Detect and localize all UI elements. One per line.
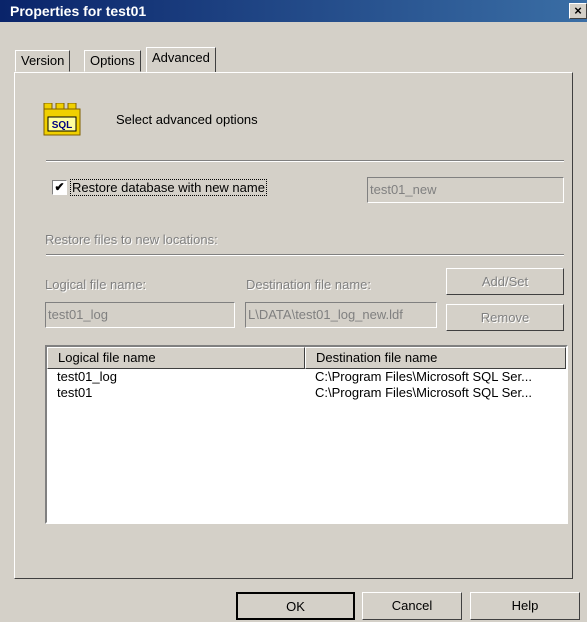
destination-file-name-label: Destination file name: [246,277,372,292]
column-header-destination[interactable]: Destination file name [305,347,566,369]
tab-version[interactable]: Version [15,50,71,72]
column-header-logical[interactable]: Logical file name [47,347,305,369]
new-database-name-input[interactable]: test01_new [367,177,564,203]
close-button[interactable]: × [569,3,587,19]
destination-file-name-input[interactable]: L\DATA\test01_log_new.ldf [245,302,437,328]
add-set-label: Add/Set [481,274,529,289]
logical-file-name-label: Logical file name: [45,277,147,292]
window-title: Properties for test01 [10,3,147,19]
destination-cell: C:\Program Files\Microsoft SQL Ser... [315,385,532,400]
file-list[interactable]: Logical file name Destination file name … [45,345,568,524]
restore-with-new-name-label[interactable]: Restore database with new name [70,179,267,196]
restore-files-label: Restore files to new locations: [45,232,218,247]
help-button[interactable]: Help [470,592,580,620]
sql-server-icon: SQL [43,103,81,136]
ok-label: OK [286,599,305,614]
tab-version-label: Version [21,53,65,68]
ok-button[interactable]: OK [236,592,355,620]
cancel-label: Cancel [391,598,433,613]
remove-button[interactable]: Remove [446,304,564,331]
restore-with-new-name-checkbox[interactable]: ✔ [52,180,67,195]
tab-advanced[interactable]: Advanced [146,47,216,72]
add-set-button[interactable]: Add/Set [446,268,564,295]
remove-label: Remove [480,310,530,325]
logical-file-name-input[interactable]: test01_log [45,302,235,328]
separator [46,160,564,162]
cancel-button[interactable]: Cancel [362,592,462,620]
table-row[interactable]: test01 C:\Program Files\Microsoft SQL Se… [47,385,566,401]
tab-options-label: Options [90,53,135,68]
destination-cell: C:\Program Files\Microsoft SQL Ser... [315,369,532,384]
tab-options[interactable]: Options [84,50,141,72]
svg-text:SQL: SQL [52,120,73,131]
file-list-header: Logical file name Destination file name [47,347,566,369]
title-bar: Properties for test01 × [0,0,587,22]
tab-advanced-label: Advanced [152,50,210,65]
logical-name-cell: test01 [57,385,93,400]
separator [46,254,564,256]
logical-name-cell: test01_log [57,369,117,384]
advanced-heading: Select advanced options [116,112,258,127]
table-row[interactable]: test01_log C:\Program Files\Microsoft SQ… [47,369,566,385]
help-label: Help [511,598,539,613]
